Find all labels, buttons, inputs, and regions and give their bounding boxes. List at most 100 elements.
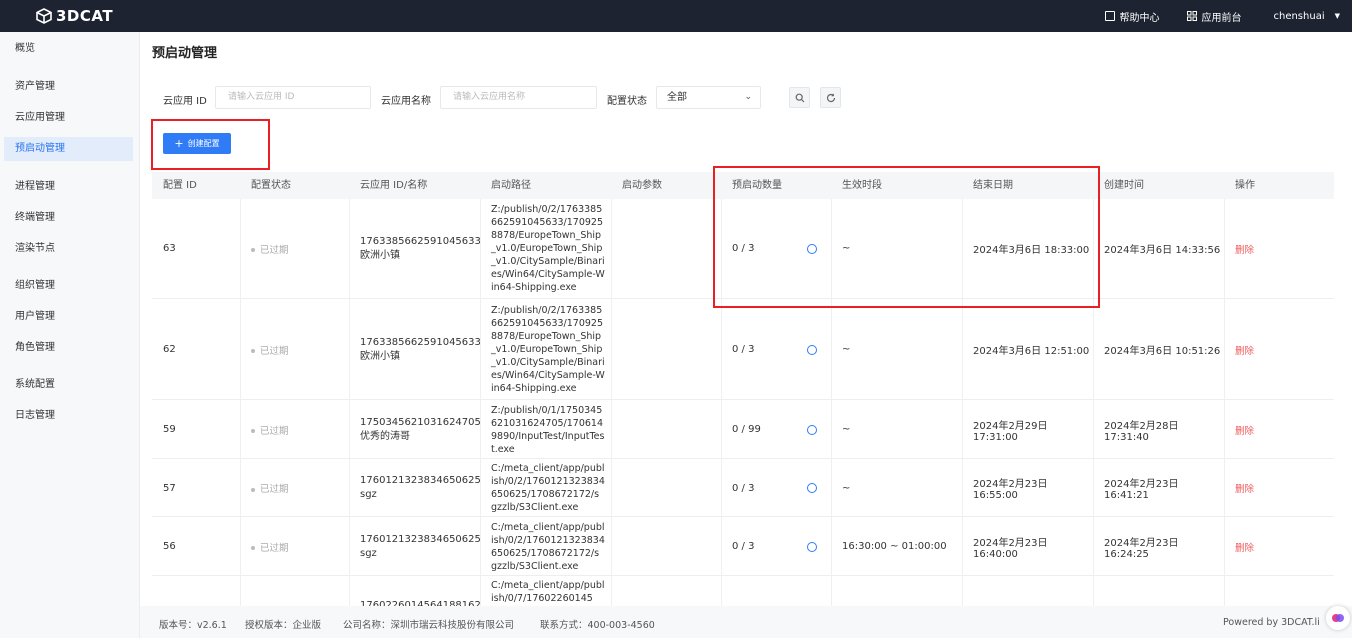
delete-link[interactable]: 删除: [1235, 423, 1254, 437]
app-front-link[interactable]: 应用前台: [1187, 9, 1241, 24]
loading-icon[interactable]: [807, 424, 817, 435]
col-header-period: 生效时段: [842, 180, 882, 191]
col-header-count: 预启动数量: [732, 180, 782, 191]
count-text: 0 / 3: [732, 541, 755, 552]
app-name-input[interactable]: 请输入云应用名称: [440, 86, 597, 109]
sidebar-item-users[interactable]: 用户管理: [4, 305, 133, 329]
search-icon: [795, 93, 804, 102]
row-params: [611, 518, 721, 575]
search-button[interactable]: [789, 87, 810, 108]
status-select[interactable]: 全部 ⌄: [656, 86, 761, 109]
loading-icon[interactable]: [807, 541, 817, 552]
app-name: 欧洲小镇: [360, 249, 400, 261]
row-params: [611, 300, 721, 399]
delete-link[interactable]: 删除: [1235, 343, 1254, 357]
row-status: 已过期: [240, 401, 349, 458]
row-path: Z:/publish/0/2/1763385662591045633/17092…: [491, 305, 605, 394]
count-text: 0 / 3: [732, 482, 755, 494]
user-menu[interactable]: chenshuai ▼: [1273, 11, 1340, 22]
brand-logo[interactable]: 3DCAT: [36, 7, 113, 25]
sidebar-item-terminals[interactable]: 终端管理: [4, 206, 133, 230]
row-period: ~: [842, 424, 851, 435]
table-row: 57 已过期 1760121323834650625 sgz C:/meta_cl…: [152, 460, 1334, 517]
row-period: ~: [842, 344, 851, 355]
row-app: 1760226014564188162: [349, 577, 481, 606]
status-text: 已过期: [260, 244, 289, 256]
delete-link[interactable]: 删除: [1235, 481, 1254, 495]
sidebar-item-processes[interactable]: 进程管理: [4, 175, 133, 199]
loading-icon[interactable]: [807, 243, 817, 254]
sidebar-item-cloud-apps[interactable]: 云应用管理: [4, 106, 133, 130]
page-title: 预启动管理: [152, 46, 218, 61]
row-params: [611, 460, 721, 516]
status-text: 已过期: [260, 542, 289, 554]
loading-icon[interactable]: [807, 344, 817, 355]
footer-company: 公司名称：深圳市瑞云科技股份有限公司: [343, 620, 515, 631]
assistant-icon: [1332, 614, 1344, 622]
cube-logo-icon: [36, 8, 52, 24]
sidebar-item-logs[interactable]: 日志管理: [4, 404, 133, 428]
sidebar-item-organization[interactable]: 组织管理: [4, 274, 133, 298]
row-app: 1763385662591045633 欧洲小镇: [349, 199, 481, 298]
app-name: sgz: [360, 489, 377, 500]
footer-powered: Powered by 3DCAT.li: [1223, 617, 1320, 628]
row-id: 57: [163, 482, 176, 494]
assistant-bubble[interactable]: [1326, 606, 1350, 630]
status-expired: 已过期: [251, 481, 289, 495]
sidebar-item-roles[interactable]: 角色管理: [4, 336, 133, 360]
row-end-date: 2024年2月23日 16:55:00: [973, 479, 1048, 501]
sidebar-item-assets[interactable]: 资产管理: [4, 75, 133, 99]
row-status: 已过期: [240, 300, 349, 399]
status-text: 已过期: [260, 484, 289, 495]
sidebar-item-render-nodes[interactable]: 渲染节点: [4, 237, 133, 261]
row-params: [611, 199, 721, 298]
row-action: 删除: [1224, 401, 1334, 458]
grid-icon: [1187, 11, 1198, 21]
row-count: 0 / 3: [721, 518, 831, 575]
app-front-label: 应用前台: [1201, 12, 1242, 24]
status-expired: 已过期: [251, 540, 289, 554]
row-created: 2024年2月28日 17:31:40: [1104, 420, 1179, 443]
row-path: C:/meta_client/app/publish/0/7/176022601…: [491, 580, 605, 604]
row-path: Z:/publish/0/1/1750345621031624705/17061…: [491, 404, 605, 455]
sidebar-item-prestart[interactable]: 预启动管理: [4, 137, 133, 161]
footer-version: 版本号：v2.6.1: [159, 620, 227, 631]
row-count: 0 / 3: [721, 460, 831, 516]
delete-link[interactable]: 删除: [1235, 540, 1254, 554]
status-dot: [251, 487, 255, 492]
table-row: 1760226014564188162 C:/meta_client/app/p…: [152, 577, 1334, 606]
app-id: 1760121323834650625: [360, 475, 481, 486]
username: chenshuai: [1273, 10, 1325, 22]
create-config-button[interactable]: + 创建配置: [163, 133, 231, 154]
row-path: C:/meta_client/app/publish/0/2/176012132…: [491, 463, 605, 513]
count-text: 0 / 99: [732, 424, 761, 435]
delete-link[interactable]: 删除: [1235, 242, 1254, 256]
column-divider: [611, 199, 612, 606]
help-center-link[interactable]: 帮助中心: [1105, 9, 1159, 24]
app-id: 1763385662591045633: [360, 336, 481, 348]
app-id-input[interactable]: 请输入云应用 ID: [215, 86, 371, 109]
app-name: sgz: [360, 547, 377, 559]
row-status: 已过期: [240, 460, 349, 516]
plus-icon: +: [174, 137, 184, 150]
row-created: 2024年2月23日 16:24:25: [1104, 537, 1179, 560]
loading-icon[interactable]: [807, 483, 817, 493]
col-header-created: 创建时间: [1104, 180, 1144, 191]
status-text: 已过期: [260, 345, 289, 357]
app-name: 优秀的涛哥: [360, 430, 410, 442]
col-header-app: 云应用 ID/名称: [360, 180, 428, 191]
sidebar-item-system-config[interactable]: 系统配置: [4, 373, 133, 397]
app-id: 1763385662591045633: [360, 235, 481, 247]
row-count: 0 / 99: [721, 401, 831, 458]
footer-license: 授权版本：企业版: [245, 620, 322, 631]
app-id: 1760226014564188162: [360, 600, 481, 606]
status-dot: [251, 248, 255, 252]
sidebar-item-overview[interactable]: 概览: [4, 37, 133, 61]
column-divider: [240, 199, 241, 606]
chevron-down-icon: ⌄: [744, 92, 752, 102]
row-end-date: 2024年2月23日 16:40:00: [973, 537, 1048, 560]
row-app: 1760121323834650625 sgz: [349, 518, 481, 575]
reset-button[interactable]: [820, 87, 841, 108]
app-name-label: 云应用名称: [381, 96, 431, 107]
status-text: 已过期: [260, 425, 289, 437]
